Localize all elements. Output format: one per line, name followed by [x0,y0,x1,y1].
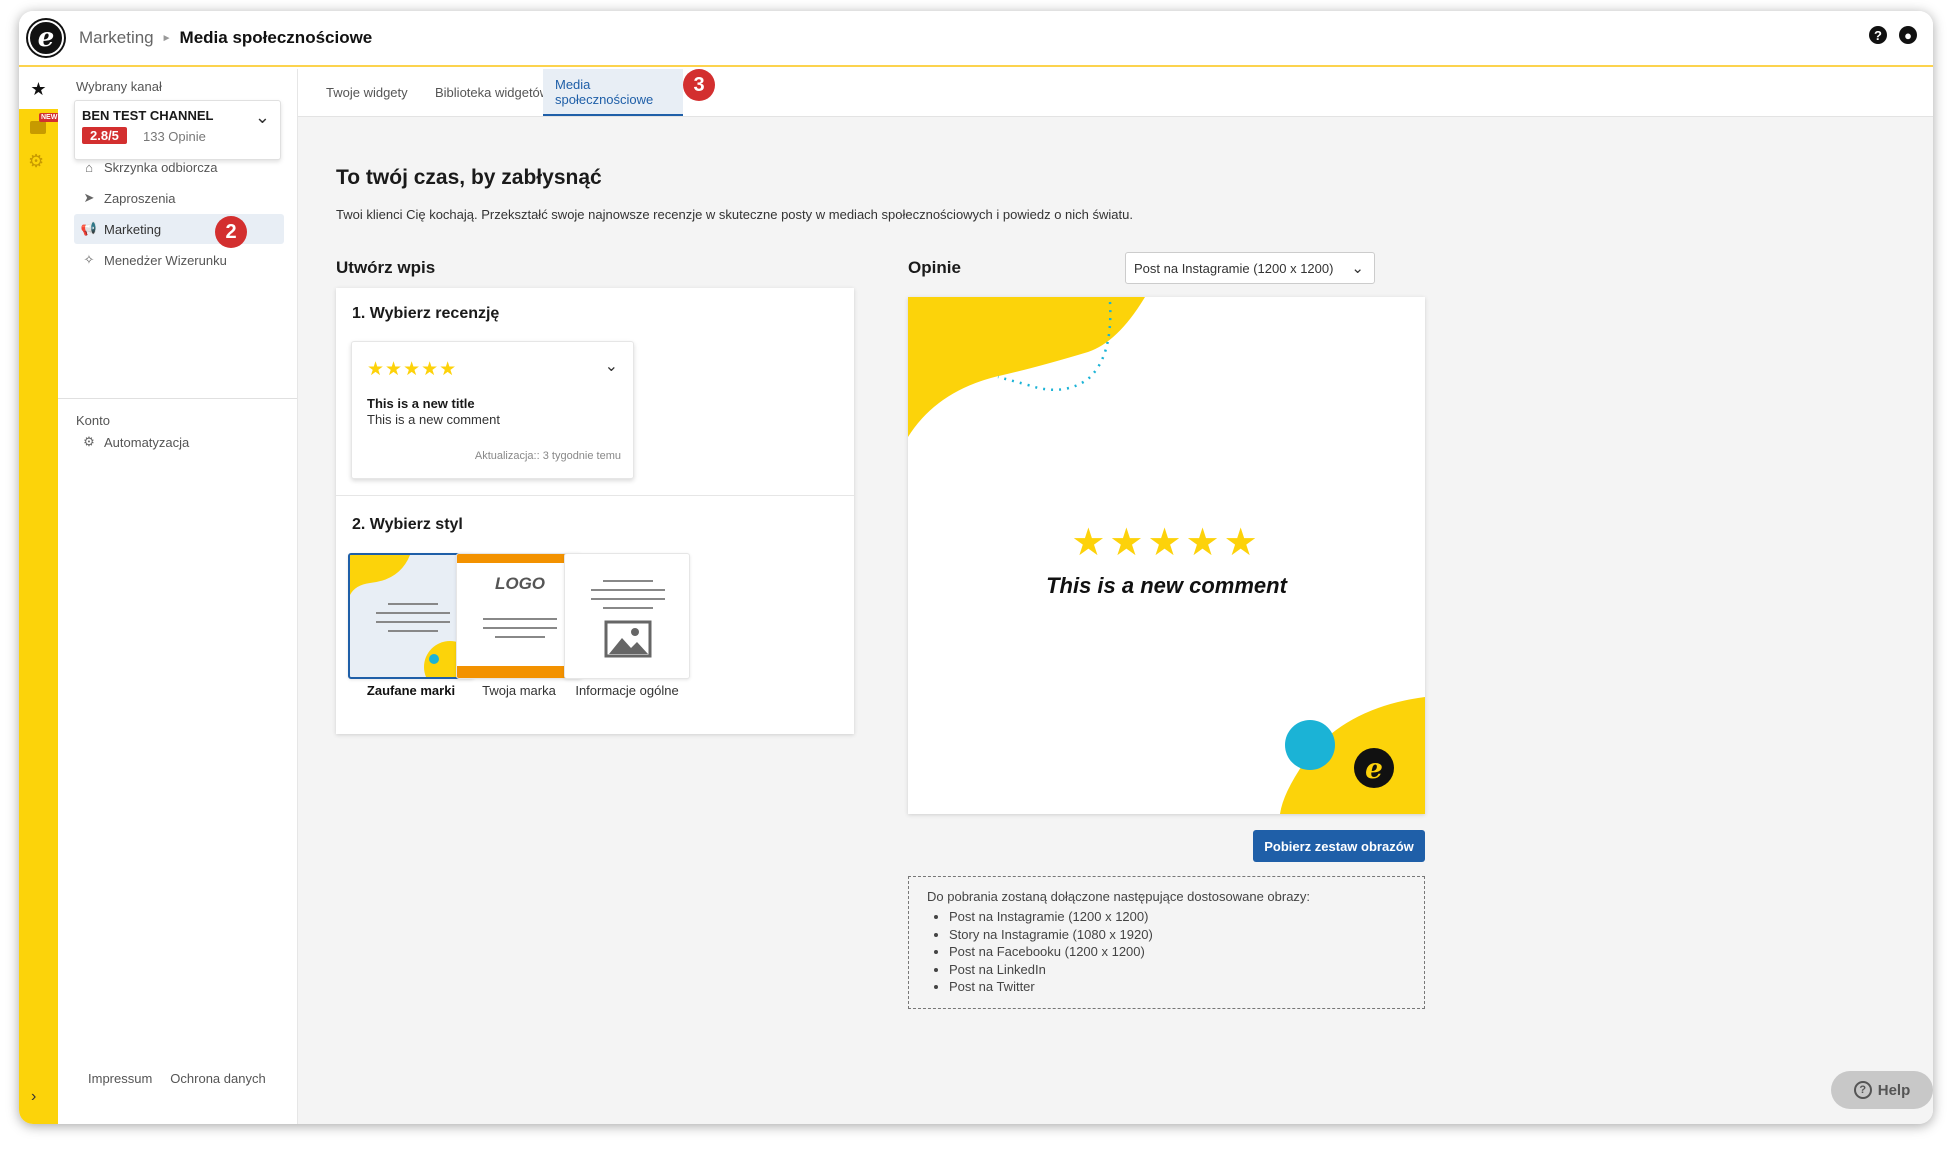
new-badge: NEW [39,113,60,122]
question-icon: ? [1853,1081,1872,1099]
preview-comment: This is a new comment [1046,573,1287,598]
sidebar-item-marketing[interactable]: 📢 Marketing [74,214,284,244]
sidebar-item-automation[interactable]: ⚙ Automatyzacja [74,427,284,457]
help-button-label: Help [1877,1081,1911,1099]
sidebar-item-label: Zaproszenia [104,190,176,206]
download-info: Do pobrania zostaną dołączone następując… [908,876,1425,1009]
review-stars: ★★★★★ [367,359,458,380]
annotation-badge-2: 2 [215,216,247,248]
rating-badge: 2.8/5 [82,127,127,144]
sidebar-item-reputation-manager[interactable]: ✧ Menedżer Wizerunku [74,245,284,275]
reviews-count: 133 Opinie [143,129,206,144]
list-item: Post na Twitter [949,978,1424,996]
send-icon: ➤ [83,190,95,205]
tab-social-media[interactable]: Media społecznościowe [543,69,683,116]
tab-widget-library[interactable]: Biblioteka widgetów [423,69,561,116]
list-item: Story na Instagramie (1080 x 1920) [949,926,1424,944]
impressum-link[interactable]: Impressum [88,1071,152,1086]
robot-icon: ⚙ [83,434,95,449]
help-icon[interactable]: ? [1869,26,1887,44]
style-general-info[interactable] [564,553,690,679]
download-info-list: Post na Instagramie (1200 x 1200) Story … [949,908,1424,996]
megaphone-icon: 📢 [80,221,98,236]
annotation-badge-3: 3 [683,69,715,101]
create-post-panel: 1. Wybierz recenzję ★★★★★ ⌄ This is a ne… [336,288,854,734]
download-info-intro: Do pobrania zostaną dołączone następując… [927,889,1311,904]
tab-bar: Twoje widgety Biblioteka widgetów Media … [298,69,1933,117]
style-label: Informacje ogólne [575,683,679,698]
sparkle-icon: ✧ [83,252,95,267]
top-icons: ? ● [1869,26,1917,44]
format-select[interactable]: Post na Instagramie (1200 x 1200) ⌄ [1125,252,1375,284]
privacy-link[interactable]: Ochrona danych [170,1071,265,1086]
gear-icon[interactable]: ⚙ [28,151,44,172]
page-title: Media społecznościowe [179,28,373,47]
top-bar: e Marketing ► Media społecznościowe ? ● [19,11,1933,67]
app-window: e Marketing ► Media społecznościowe ? ● … [19,11,1933,1124]
chevron-down-icon[interactable]: ⌄ [605,356,618,376]
intro-text: Twoi klienci Cię kochają. Przekształć sw… [336,207,1133,222]
page-heading: To twój czas, by zabłysnąć [336,166,602,189]
preview-logo: e [1354,748,1394,788]
step2-heading: 2. Wybierz styl [352,516,463,533]
create-post-label: Utwórz wpis [336,258,436,277]
sidebar-footer: Impressum Ochrona danych [88,1071,266,1086]
breadcrumb-section[interactable]: Marketing [79,28,154,48]
channel-label: Wybrany kanał [76,79,162,94]
preview-stars: ★★★★★ [1071,522,1262,564]
divider [336,495,854,496]
icon-rail: ★ NEW ⚙ › [19,69,60,1124]
inbox-icon: ⌂ [85,159,93,175]
account-label: Konto [76,413,110,428]
chart-icon[interactable] [30,121,46,134]
review-selector[interactable]: ★★★★★ ⌄ This is a new title This is a ne… [351,341,634,479]
opinions-label: Opinie [908,258,961,277]
chevron-down-icon: ⌄ [1351,260,1364,277]
channel-selector[interactable]: BEN TEST CHANNEL 2.8/5 133 Opinie ⌄ [74,100,281,160]
sidebar-item-label: Automatyzacja [104,434,190,450]
chevron-down-icon[interactable]: ⌄ [255,107,270,128]
channel-name: BEN TEST CHANNEL [82,108,214,123]
sidebar-item-invitations[interactable]: ➤ Zaproszenia [74,183,284,213]
sidebar-item-label: Marketing [104,221,162,237]
tab-your-widgets[interactable]: Twoje widgety [314,69,420,116]
step1-heading: 1. Wybierz recenzję [352,305,500,322]
sidebar-item-label: Skrzynka odbiorcza [104,159,218,175]
breadcrumb: Marketing ► Media społecznościowe [79,28,372,48]
sidebar: Wybrany kanał BEN TEST CHANNEL 2.8/5 133… [58,69,298,1124]
divider [58,398,297,399]
download-images-button[interactable]: Pobierz zestaw obrazów [1253,830,1425,862]
list-item: Post na Instagramie (1200 x 1200) [949,908,1424,926]
review-comment: This is a new comment [367,412,500,427]
brand-logo[interactable]: e [28,20,64,56]
help-button[interactable]: ? Help [1831,1071,1933,1109]
review-updated: Aktualizacja:: 3 tygodnie temu [474,450,621,462]
format-select-value: Post na Instagramie (1200 x 1200) [1134,260,1334,276]
list-item: Post na LinkedIn [949,961,1424,979]
chevron-right-icon[interactable]: › [31,1088,36,1106]
review-title: This is a new title [367,396,475,411]
user-icon[interactable]: ● [1899,26,1917,44]
list-item: Post na Facebooku (1200 x 1200) [949,943,1424,961]
main-content: Twoje widgety Biblioteka widgetów Media … [298,69,1933,1124]
sidebar-item-label: Menedżer Wizerunku [104,252,227,268]
star-icon[interactable]: ★ [19,69,58,109]
sidebar-item-inbox[interactable]: ⌂ Skrzynka odbiorcza [74,152,284,182]
breadcrumb-separator-icon: ► [161,32,172,44]
image-icon [591,580,665,658]
post-preview: ★★★★★ This is a new comment e [908,297,1425,814]
